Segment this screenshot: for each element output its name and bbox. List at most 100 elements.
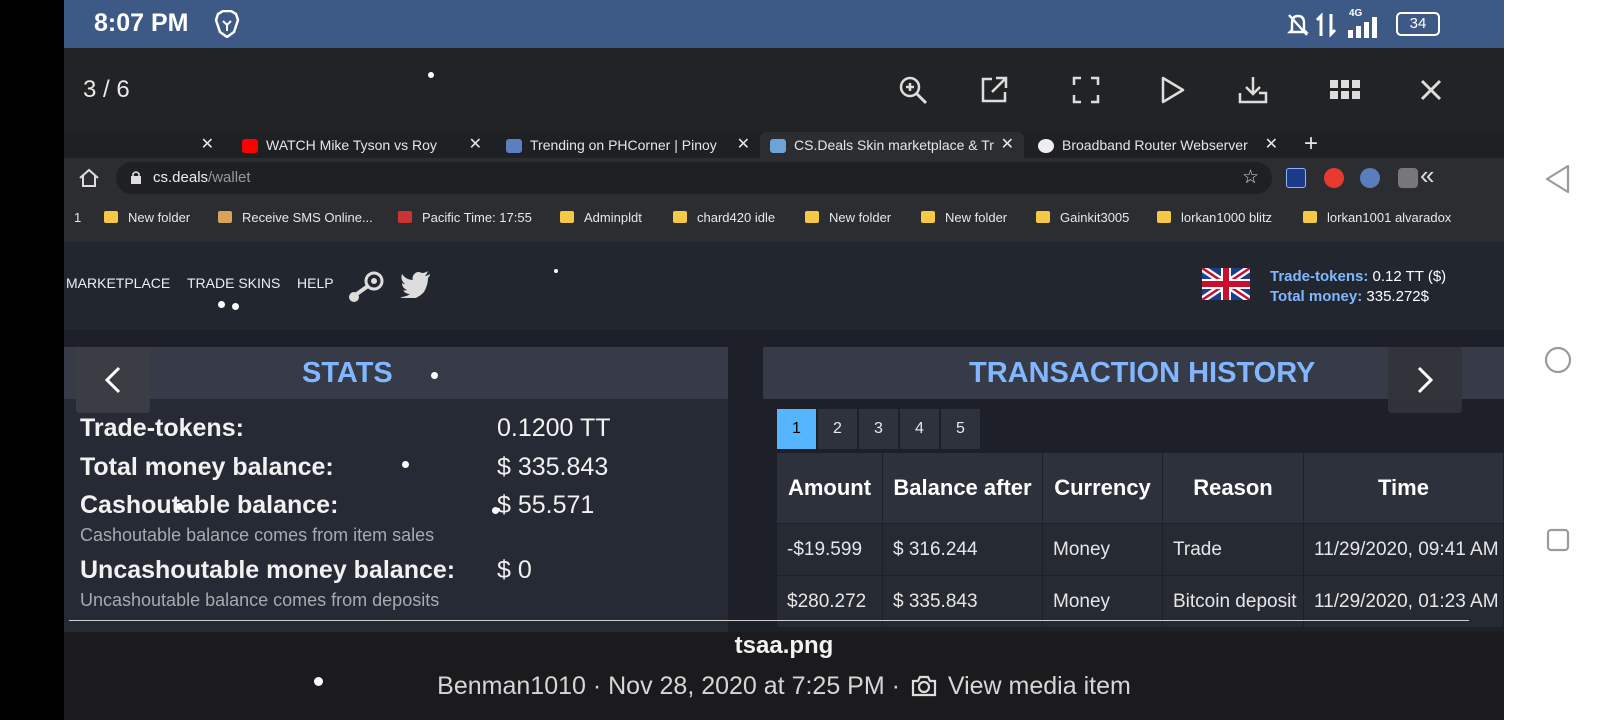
url-domain: cs.deals xyxy=(153,169,209,186)
data-transfer-icon xyxy=(1314,12,1338,43)
view-media-item-link[interactable]: View media item xyxy=(948,672,1131,700)
folder-icon xyxy=(921,211,935,223)
steam-icon[interactable] xyxy=(348,270,386,309)
fullscreen-icon[interactable] xyxy=(1066,70,1106,110)
stat-note: Uncashoutable balance comes from deposit… xyxy=(80,590,440,610)
stat-value: 0.1200 TT xyxy=(497,414,611,442)
new-tab-icon[interactable]: + xyxy=(1304,130,1318,158)
column-header-time: Time xyxy=(1304,453,1504,523)
open-external-icon[interactable] xyxy=(974,70,1014,110)
tab-close-icon[interactable]: ✕ xyxy=(469,132,482,158)
chevron-right-icon xyxy=(1417,366,1434,394)
extension-puzzle-icon[interactable] xyxy=(1398,168,1418,188)
page-2-button[interactable]: 2 xyxy=(818,409,858,449)
viewer-toolbar: 3 / 6 xyxy=(64,48,1504,132)
trade-tokens-value: 0.12 TT ($) xyxy=(1372,268,1447,285)
home-icon[interactable] xyxy=(78,168,100,193)
viewer-caption: tsaa.png Benman1010 · Nov 28, 2020 at 7:… xyxy=(64,620,1504,720)
bookmark-label: New folder xyxy=(945,210,1008,225)
tab-partial[interactable]: ✕ xyxy=(64,132,224,158)
dust-speck xyxy=(232,303,239,310)
stat-value: $ 335.843 xyxy=(497,453,609,481)
bookmark-folder[interactable]: New folder xyxy=(921,210,1007,225)
bookmark-label: lorkan1001 alvaradox xyxy=(1327,210,1452,225)
browser-tab-strip: ✕ WATCH Mike Tyson vs Roy ✕ Trending on … xyxy=(64,130,1504,158)
dust-speck xyxy=(218,301,225,308)
folder-icon xyxy=(1036,211,1050,223)
play-slideshow-icon[interactable] xyxy=(1152,70,1192,110)
bookmark-folder[interactable]: Gainkit3005 xyxy=(1036,210,1129,225)
bookmark-folder[interactable]: Adminpldt xyxy=(560,210,642,225)
history-title: TRANSACTION HISTORY xyxy=(969,357,1316,389)
page-3-button[interactable]: 3 xyxy=(859,409,899,449)
bookmark-label: New folder xyxy=(829,210,892,225)
url-path: /wallet xyxy=(208,169,251,186)
total-money-value: 335.272$ xyxy=(1366,288,1429,305)
bookmark-label: Receive SMS Online... xyxy=(242,210,373,225)
nav-help[interactable]: HELP xyxy=(297,275,334,291)
home-circle-icon[interactable] xyxy=(1544,346,1572,379)
page-4-button[interactable]: 4 xyxy=(900,409,940,449)
bookmark-item[interactable]: Pacific Time: 17:55 xyxy=(398,210,532,225)
total-money-label: Total money: xyxy=(1270,288,1363,305)
uk-flag-icon[interactable] xyxy=(1202,268,1250,300)
column-header-balance: Balance after xyxy=(883,453,1043,523)
zoom-in-icon[interactable] xyxy=(893,70,933,110)
bookmark-folder[interactable]: New folder xyxy=(805,210,891,225)
youtube-icon xyxy=(242,139,258,154)
page-1-button[interactable]: 1 xyxy=(777,409,817,449)
bookmark-folder[interactable]: New folder xyxy=(104,210,190,225)
stat-label: Cashoutable balance: xyxy=(80,491,339,519)
download-icon[interactable] xyxy=(1233,70,1273,110)
url-field[interactable]: cs.deals/wallet ☆ xyxy=(116,162,1272,194)
bookmark-label: Adminpldt xyxy=(584,210,642,225)
tab-close-icon[interactable]: ✕ xyxy=(737,132,750,158)
tab-close-icon[interactable]: ✕ xyxy=(1265,132,1278,158)
image-counter: 3 / 6 xyxy=(83,76,130,103)
tab-close-icon[interactable]: ✕ xyxy=(201,132,214,158)
tab-label: CS.Deals Skin marketplace & Tr xyxy=(794,137,994,153)
tab-phcorner[interactable]: Trending on PHCorner | Pinoy ✕ xyxy=(500,132,760,158)
bookmark-label: lorkan1000 blitz xyxy=(1181,210,1273,225)
phcorner-icon xyxy=(506,139,522,154)
android-nav-bar xyxy=(1504,0,1600,720)
nav-trade-skins[interactable]: TRADE SKINS xyxy=(187,275,280,291)
grid-view-icon[interactable] xyxy=(1325,70,1365,110)
dust-speck xyxy=(492,507,499,514)
previous-image-button[interactable] xyxy=(76,347,150,413)
extension-globe-icon[interactable] xyxy=(1360,168,1380,188)
folder-icon xyxy=(805,211,819,223)
twitter-icon[interactable] xyxy=(400,270,432,303)
tab-youtube[interactable]: WATCH Mike Tyson vs Roy ✕ xyxy=(236,132,492,158)
bookmark-folder[interactable]: lorkan1000 blitz xyxy=(1157,210,1272,225)
dust-speck xyxy=(402,461,409,468)
battery-icon: 34 xyxy=(1396,12,1440,36)
next-image-button[interactable] xyxy=(1388,347,1462,413)
stat-label: Uncashoutable money balance: xyxy=(80,556,456,584)
bookmark-item[interactable]: 1 xyxy=(74,210,81,225)
dust-speck xyxy=(428,72,434,78)
mute-icon xyxy=(1286,12,1310,43)
bookmark-folder[interactable]: lorkan1001 alvaradox xyxy=(1303,210,1451,225)
dust-speck xyxy=(431,372,438,379)
recent-apps-icon[interactable] xyxy=(1546,528,1570,557)
tab-close-icon[interactable]: ✕ xyxy=(1001,132,1014,158)
extension-sim-icon[interactable] xyxy=(1286,168,1306,188)
back-icon[interactable] xyxy=(1544,164,1572,199)
bookmark-item[interactable]: Receive SMS Online... xyxy=(218,210,373,225)
close-icon[interactable] xyxy=(1411,70,1451,110)
camera-icon xyxy=(911,675,937,704)
page-5-button[interactable]: 5 xyxy=(941,409,981,449)
star-icon[interactable]: ☆ xyxy=(1242,166,1259,189)
filename: tsaa.png xyxy=(734,632,834,659)
column-header-amount: Amount xyxy=(777,453,883,523)
collapse-double-chevron-icon[interactable]: « xyxy=(1420,160,1434,191)
extension-shield-icon[interactable] xyxy=(1324,168,1344,188)
tab-router[interactable]: Broadband Router Webserver ✕ xyxy=(1028,132,1288,158)
bookmark-label: chard420 idle xyxy=(697,210,776,225)
tab-label: Broadband Router Webserver xyxy=(1062,137,1248,153)
tab-csdeals[interactable]: CS.Deals Skin marketplace & Tr ✕ xyxy=(760,132,1024,158)
nav-marketplace[interactable]: MARKETPLACE xyxy=(66,275,170,291)
bookmark-folder[interactable]: chard420 idle xyxy=(673,210,775,225)
author-date: Benman1010 · Nov 28, 2020 at 7:25 PM · xyxy=(437,672,900,700)
